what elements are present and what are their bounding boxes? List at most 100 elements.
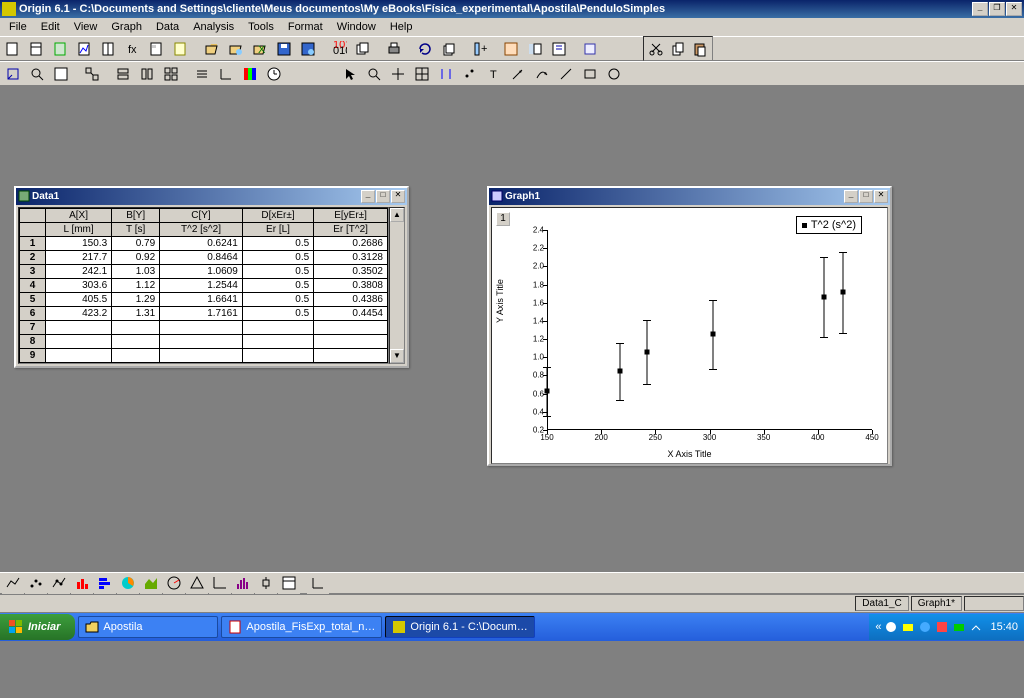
graph-close-button[interactable]: ✕ bbox=[874, 190, 888, 203]
save-template-icon[interactable] bbox=[297, 38, 319, 59]
new-project-icon[interactable] bbox=[2, 38, 24, 59]
new-notes-icon[interactable] bbox=[170, 38, 192, 59]
col-header-e[interactable]: E[yEr±] bbox=[314, 209, 388, 223]
data-reader-icon[interactable] bbox=[411, 63, 433, 84]
zoom-tool-icon[interactable] bbox=[363, 63, 385, 84]
cell[interactable]: 1.12 bbox=[112, 279, 160, 293]
row-header[interactable]: 5 bbox=[20, 293, 46, 307]
row-header[interactable]: 7 bbox=[20, 321, 46, 335]
menu-help[interactable]: Help bbox=[383, 20, 420, 34]
cell[interactable]: 0.79 bbox=[112, 237, 160, 251]
cell[interactable]: 0.5 bbox=[242, 279, 313, 293]
import-ascii-icon[interactable]: 101010 bbox=[328, 38, 350, 59]
cell[interactable]: 405.5 bbox=[46, 293, 112, 307]
stats-icon[interactable] bbox=[307, 573, 329, 594]
new-layout-icon[interactable] bbox=[146, 38, 168, 59]
menu-edit[interactable]: Edit bbox=[34, 20, 67, 34]
axis-break-icon[interactable] bbox=[209, 573, 231, 594]
close-button[interactable]: ✕ bbox=[1006, 2, 1022, 16]
open-template-icon[interactable] bbox=[225, 38, 247, 59]
extract-layers-icon[interactable] bbox=[50, 63, 72, 84]
tray-icon-2[interactable] bbox=[901, 620, 915, 634]
paste-icon[interactable] bbox=[689, 38, 711, 59]
zoom-in-icon[interactable] bbox=[26, 63, 48, 84]
arrange-3-icon[interactable] bbox=[160, 63, 182, 84]
line-scatter-icon[interactable] bbox=[48, 573, 70, 594]
minimize-button[interactable]: _ bbox=[972, 2, 988, 16]
pointer-icon[interactable] bbox=[339, 63, 361, 84]
menu-window[interactable]: Window bbox=[330, 20, 383, 34]
cell[interactable]: 1.29 bbox=[112, 293, 160, 307]
cut-icon[interactable] bbox=[645, 38, 667, 59]
menu-analysis[interactable]: Analysis bbox=[186, 20, 241, 34]
taskbar-item-1[interactable]: Apostila bbox=[78, 616, 218, 638]
data-point[interactable] bbox=[545, 389, 550, 394]
col-sub-e[interactable]: Er [T^2] bbox=[314, 223, 388, 237]
data-point[interactable] bbox=[618, 369, 623, 374]
new-graph-icon[interactable] bbox=[74, 38, 96, 59]
cell[interactable]: 0.3502 bbox=[314, 265, 388, 279]
cell[interactable]: 0.4386 bbox=[314, 293, 388, 307]
cell[interactable]: 0.4454 bbox=[314, 307, 388, 321]
xy-scale-icon[interactable] bbox=[215, 63, 237, 84]
maximize-button[interactable]: ❐ bbox=[989, 2, 1005, 16]
ternary-plot-icon[interactable] bbox=[186, 573, 208, 594]
cell[interactable]: 0.5 bbox=[242, 293, 313, 307]
draw-data-icon[interactable] bbox=[459, 63, 481, 84]
system-tray[interactable]: « 15:40 bbox=[869, 614, 1024, 640]
row-header[interactable]: 9 bbox=[20, 349, 46, 363]
line-plot-icon[interactable] bbox=[2, 573, 24, 594]
cell[interactable]: 1.0609 bbox=[160, 265, 243, 279]
row-header[interactable]: 1 bbox=[20, 237, 46, 251]
cell[interactable]: 1.31 bbox=[112, 307, 160, 321]
duplicate-icon[interactable] bbox=[438, 38, 460, 59]
new-matrix-icon[interactable] bbox=[98, 38, 120, 59]
date-time-icon[interactable] bbox=[263, 63, 285, 84]
cell[interactable]: 1.03 bbox=[112, 265, 160, 279]
new-column-icon[interactable]: + bbox=[469, 38, 491, 59]
col-header-c[interactable]: C[Y] bbox=[160, 209, 243, 223]
new-worksheet-icon[interactable] bbox=[26, 38, 48, 59]
new-colorcode-icon[interactable] bbox=[239, 63, 261, 84]
col-header-d[interactable]: D[xEr±] bbox=[242, 209, 313, 223]
text-tool-icon[interactable]: T bbox=[483, 63, 505, 84]
data-window-title-bar[interactable]: Data1 _ □ ✕ bbox=[16, 188, 407, 205]
data-selector-icon[interactable] bbox=[435, 63, 457, 84]
row-header[interactable]: 6 bbox=[20, 307, 46, 321]
template-plot-icon[interactable] bbox=[278, 573, 300, 594]
cell[interactable]: 423.2 bbox=[46, 307, 112, 321]
circle-tool-icon[interactable] bbox=[603, 63, 625, 84]
graph-min-button[interactable]: _ bbox=[844, 190, 858, 203]
add-text-icon[interactable] bbox=[579, 38, 601, 59]
row-header[interactable]: 8 bbox=[20, 335, 46, 349]
area-plot-icon[interactable] bbox=[140, 573, 162, 594]
cell[interactable]: 0.6241 bbox=[160, 237, 243, 251]
corner-cell[interactable] bbox=[20, 209, 46, 223]
scroll-down-icon[interactable]: ▼ bbox=[390, 349, 404, 363]
copy-icon[interactable] bbox=[667, 38, 689, 59]
menu-view[interactable]: View bbox=[67, 20, 105, 34]
data-point[interactable] bbox=[644, 349, 649, 354]
hist-plot-icon[interactable] bbox=[232, 573, 254, 594]
cell[interactable]: 0.5 bbox=[242, 265, 313, 279]
data-point[interactable] bbox=[711, 332, 716, 337]
column-plot-icon[interactable] bbox=[71, 573, 93, 594]
arrange-1-icon[interactable] bbox=[112, 63, 134, 84]
tray-icon-1[interactable] bbox=[884, 620, 898, 634]
open-icon[interactable] bbox=[201, 38, 223, 59]
tray-icon-6[interactable] bbox=[969, 620, 983, 634]
code-builder-icon[interactable] bbox=[548, 38, 570, 59]
graph-window-title-bar[interactable]: Graph1 _ □ ✕ bbox=[489, 188, 890, 205]
col-header-a[interactable]: A[X] bbox=[46, 209, 112, 223]
data-min-button[interactable]: _ bbox=[361, 190, 375, 203]
menu-tools[interactable]: Tools bbox=[241, 20, 281, 34]
cell[interactable]: 303.6 bbox=[46, 279, 112, 293]
tray-icon-3[interactable] bbox=[918, 620, 932, 634]
new-function-icon[interactable]: fx bbox=[122, 38, 144, 59]
row-header[interactable]: 3 bbox=[20, 265, 46, 279]
col-header-b[interactable]: B[Y] bbox=[112, 209, 160, 223]
cell[interactable]: 0.3128 bbox=[314, 251, 388, 265]
cell[interactable]: 0.5 bbox=[242, 251, 313, 265]
cell[interactable]: 150.3 bbox=[46, 237, 112, 251]
plot-area[interactable]: 0.20.40.60.81.01.21.41.61.82.02.22.41502… bbox=[547, 230, 872, 430]
